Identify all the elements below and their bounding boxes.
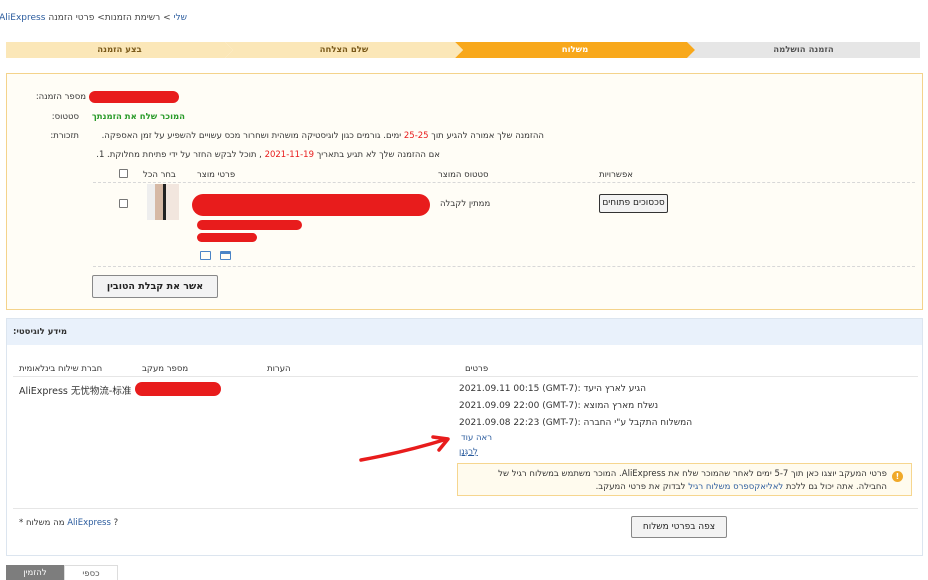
- order-progress: הזמנה הושלמה משלוח שלם הצלחה בצע הזמנה: [6, 42, 920, 58]
- bulb-icon: !: [892, 471, 903, 482]
- breadcrumb: שלי > רשימת הזמנות> פרטי הזמנה AliExpres…: [0, 13, 187, 23]
- col-carrier: חברת שילוח בינלאומית: [19, 364, 103, 374]
- view-shipping-details-button[interactable]: צפה בפרטי משלוח: [631, 516, 727, 538]
- col-details: פרטים: [465, 364, 489, 374]
- tracking-event-2: 2021.09.09 22:00 (GMT-7): נשלח מארץ המוצ…: [459, 401, 658, 411]
- redacted-product-extra: [197, 233, 257, 242]
- item-status: ממתין לקבלה: [440, 199, 491, 209]
- breadcrumb-home[interactable]: שלי: [173, 13, 187, 23]
- tab-finance[interactable]: כספי: [64, 565, 118, 580]
- event-text: המשלוח התקבל ע"י החברה: [583, 418, 693, 428]
- divider-2: [93, 266, 915, 267]
- col-product: פרטי מוצר: [197, 170, 236, 180]
- annotation-arrow-icon: [359, 435, 450, 462]
- reminder-label: תזכורת:: [50, 131, 79, 141]
- tracking-tip: ! פרטי המעקב יוצגו כאן תוך 5-7 ימים לאחר…: [457, 463, 912, 496]
- reminder-line1-post: ימים. גורמים כגון לוגיסטיקה מושהית ושחרו…: [101, 131, 402, 141]
- col-tracking: מספר מעקב: [142, 364, 189, 374]
- step-shipping: משלוח: [455, 42, 695, 58]
- reminder-line-2: אם ההזמנה שלך לא תגיע בתאריך 2021-11-19 …: [96, 150, 440, 160]
- tip-line2-post: לבדוק את פרטי המעקב.: [595, 482, 686, 492]
- what-is-shipping: * מה משלוח AliExpress ?: [19, 518, 118, 528]
- redacted-tracking-number: [135, 382, 221, 396]
- step-place-order: בצע הזמנה: [6, 42, 233, 58]
- see-more-link[interactable]: ראה עוד: [461, 433, 492, 443]
- reminder-line1-pre: ההזמנה שלך אמורה להגיע תוך: [431, 131, 544, 141]
- breadcrumb-orders[interactable]: רשימת הזמנות: [105, 13, 160, 23]
- col-status: סטטוס המוצר: [438, 170, 489, 180]
- logistics-header: מידע לוגיסטי:: [7, 319, 922, 345]
- confirm-receipt-button[interactable]: אשר את קבלת הטובין: [92, 275, 218, 298]
- logistics-panel: מידע לוגיסטי: חברת שילוח בינלאומית מספר …: [6, 318, 923, 556]
- divider: [93, 182, 915, 183]
- open-disputes-button[interactable]: סכסוכים פתוחים: [599, 194, 668, 213]
- invoice-icon[interactable]: [220, 251, 231, 260]
- reminder-days: 25-25: [403, 131, 429, 141]
- tip-link[interactable]: לאליאקספרס משלוח רגיל: [688, 482, 783, 492]
- step-completed: הזמנה הושלמה: [687, 42, 920, 58]
- col-notes: הערות: [267, 364, 291, 374]
- reminder-line2-post: , תוכל לבקש החזר על ידי פתיחת מחלוקת. 1.: [96, 150, 262, 160]
- col-select-all: בחר הכל: [143, 170, 176, 180]
- collapse-link[interactable]: לְרַגְּנַן: [459, 447, 478, 457]
- tip-line-2: החבילה. אתה יכול גם ללכת לאליאקספרס משלו…: [596, 482, 887, 492]
- reminder-line2-pre: אם ההזמנה שלך לא תגיע בתאריך: [316, 150, 440, 160]
- status-value: המוכר שלח את הזמנתך: [91, 112, 185, 122]
- col-options: אפשרויות: [599, 170, 633, 180]
- tip-line-1: פרטי המעקב יוצגו כאן תוך 5-7 ימים לאחר ש…: [498, 469, 887, 479]
- snapshot-icon[interactable]: [200, 251, 211, 260]
- redacted-product-title: [192, 194, 430, 216]
- product-thumbnail[interactable]: [147, 184, 179, 220]
- event-time: 2021.09.11 00:15 (GMT-7):: [459, 384, 581, 394]
- redacted-order-number: [89, 91, 179, 103]
- redacted-product-sku: [197, 220, 302, 230]
- breadcrumb-site[interactable]: AliExpress: [0, 13, 45, 23]
- tip-line2-pre: החבילה. אתה יכול גם ללכת: [785, 482, 887, 492]
- reminder-line-1: ההזמנה שלך אמורה להגיע תוך 25-25 ימים. ג…: [102, 131, 544, 141]
- what-is-q: ?: [113, 518, 119, 528]
- reminder-date: 2021-11-19: [264, 150, 314, 160]
- tab-order[interactable]: להזמין: [6, 565, 64, 580]
- what-is-prefix: * מה משלוח: [19, 518, 65, 528]
- what-is-link[interactable]: AliExpress: [67, 518, 111, 528]
- step-paid: שלם הצלחה: [225, 42, 463, 58]
- event-text: נשלח מארץ המוצא: [583, 401, 659, 411]
- select-all-checkbox[interactable]: [119, 169, 128, 178]
- logistics-divider-2: [13, 508, 918, 509]
- order-details-panel: מספר הזמנה: סטטוס: המוכר שלח את הזמנתך ת…: [6, 73, 923, 310]
- tracking-event-1: 2021.09.11 00:15 (GMT-7): הגיע לארץ היעד: [459, 384, 646, 394]
- breadcrumb-sep-2: >: [97, 13, 105, 23]
- logistics-divider: [13, 376, 918, 377]
- order-number-label: מספר הזמנה:: [35, 92, 86, 102]
- breadcrumb-current: פרטי הזמנה: [48, 13, 95, 23]
- carrier-name: AliExpress 无忧物流-标准: [19, 386, 132, 397]
- breadcrumb-sep: >: [163, 13, 171, 23]
- event-time: 2021.09.08 22:23 (GMT-7):: [459, 418, 581, 428]
- logistics-title: מידע לוגיסטי:: [13, 327, 68, 337]
- tracking-event-3: 2021.09.08 22:23 (GMT-7): המשלוח התקבל ע…: [459, 418, 692, 428]
- item-checkbox[interactable]: [119, 199, 128, 208]
- event-text: הגיע לארץ היעד: [583, 384, 646, 394]
- status-label: סטטוס:: [51, 112, 79, 122]
- event-time: 2021.09.09 22:00 (GMT-7):: [459, 401, 581, 411]
